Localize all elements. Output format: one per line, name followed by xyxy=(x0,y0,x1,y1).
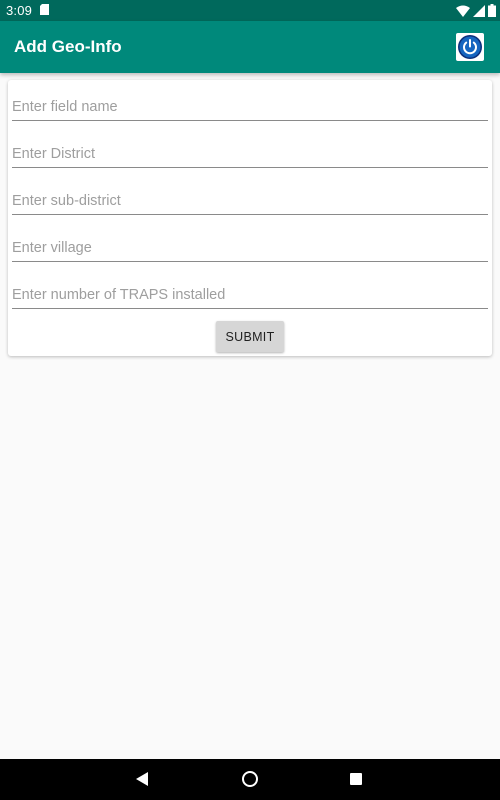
district-input[interactable] xyxy=(12,143,488,165)
power-icon xyxy=(458,35,482,59)
screen: 3:09 Add Geo-Info Enter field name Enter… xyxy=(0,0,500,800)
sd-card-icon xyxy=(40,4,49,15)
sub-district-field xyxy=(12,190,488,215)
field-name-field xyxy=(12,96,488,121)
geo-info-form-card: SUBMIT xyxy=(8,80,492,356)
status-icons xyxy=(456,3,496,18)
recents-icon[interactable] xyxy=(350,773,362,785)
power-button[interactable] xyxy=(456,33,484,61)
district-field xyxy=(12,143,488,168)
battery-icon xyxy=(488,4,496,17)
village-input[interactable] xyxy=(12,237,488,259)
sub-district-input[interactable] xyxy=(12,190,488,212)
status-time: 3:09 xyxy=(6,3,33,18)
field-name-input[interactable] xyxy=(12,96,488,118)
app-bar: Add Geo-Info xyxy=(0,21,500,73)
traps-count-field xyxy=(12,284,488,309)
navigation-bar xyxy=(0,759,500,800)
village-field xyxy=(12,237,488,262)
signal-icon xyxy=(473,4,485,17)
back-icon[interactable] xyxy=(136,772,148,786)
page-title: Add Geo-Info xyxy=(14,37,122,56)
traps-count-input[interactable] xyxy=(12,284,488,306)
wifi-icon xyxy=(456,5,470,17)
status-bar: 3:09 xyxy=(0,0,500,21)
submit-button[interactable]: SUBMIT xyxy=(216,321,284,352)
home-icon[interactable] xyxy=(242,771,258,787)
